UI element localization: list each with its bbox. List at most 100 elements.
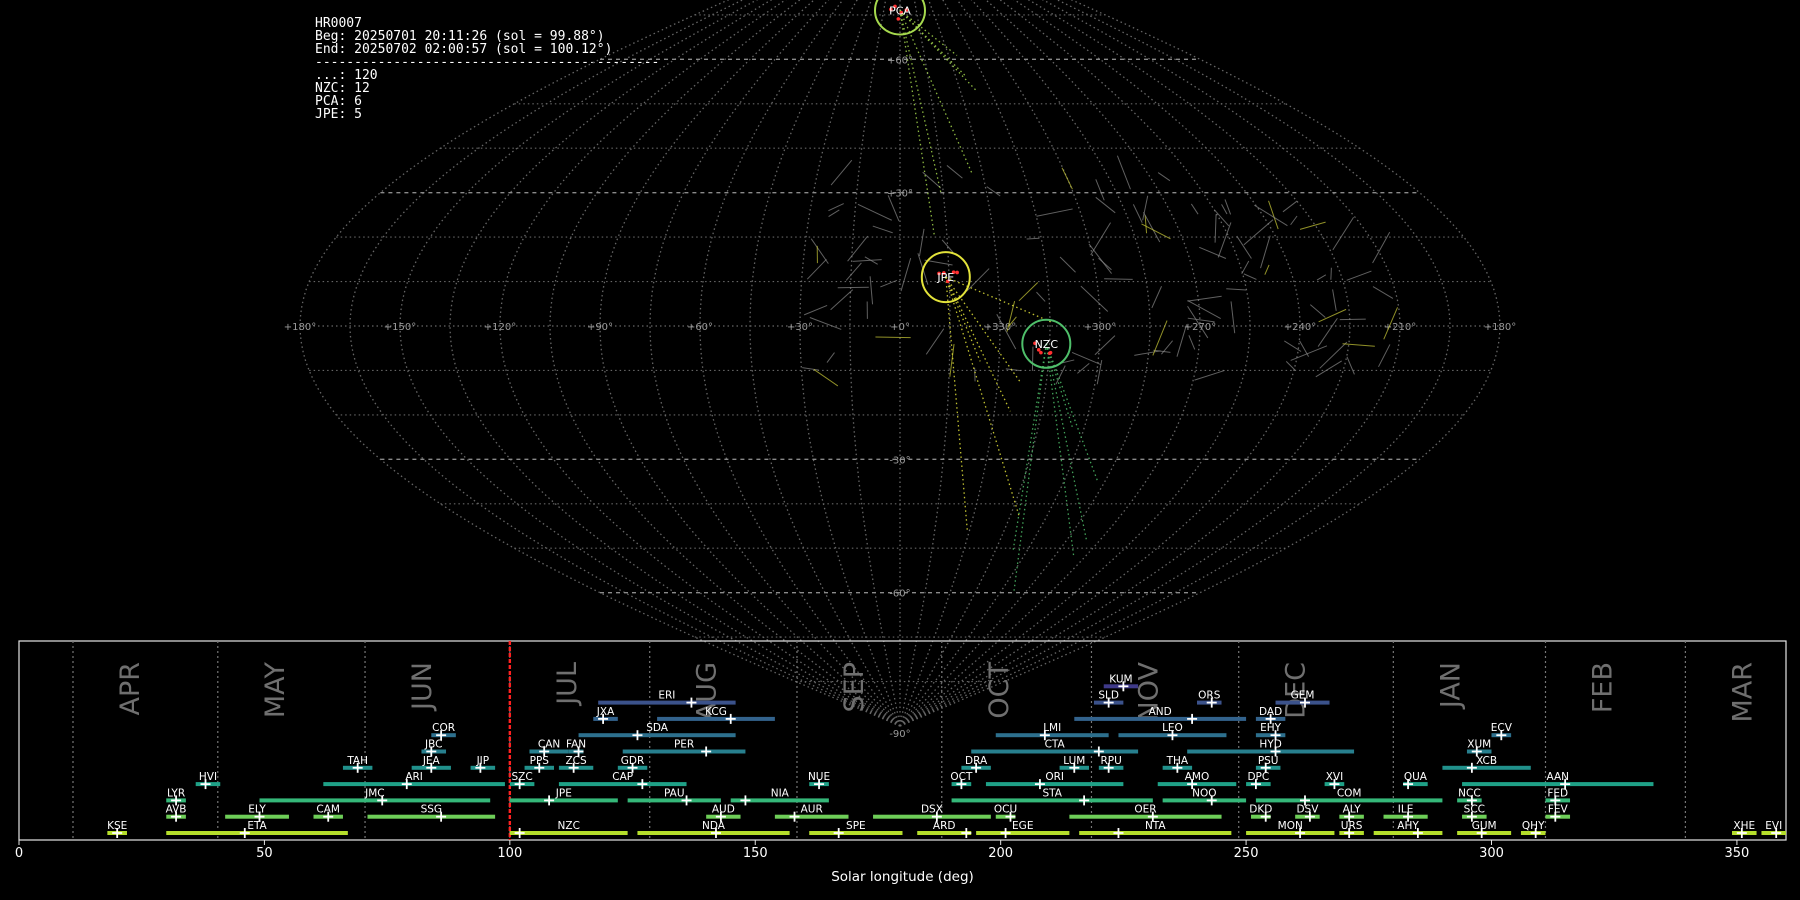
meteor-trail — [1230, 301, 1236, 334]
meridian-line — [899, 0, 1101, 727]
meridian-line — [499, 0, 901, 727]
shower-label: CAM — [316, 804, 340, 816]
shower-label: DPC — [1247, 771, 1269, 783]
shower-label: CAP — [612, 771, 633, 783]
meteor-trail — [1026, 237, 1040, 240]
meteor-trail — [1339, 318, 1366, 321]
shower-label: XUM — [1467, 739, 1491, 751]
meteor-trail — [1284, 340, 1302, 352]
meteor-trail — [1059, 256, 1076, 273]
latitude-label: -60° — [889, 589, 910, 600]
meteor-trail — [802, 367, 819, 371]
chart-canvas: +180° +150° +120° +90° +60° +30° +0° +330° +300°… — [15, 0, 1787, 885]
meteor-trail — [945, 277, 969, 532]
meteor-trail — [1187, 295, 1222, 302]
shower-label: JPE — [555, 787, 572, 799]
meteor-trail — [1317, 317, 1338, 347]
shower-label: AVB — [166, 804, 187, 816]
meteor-trail — [1071, 351, 1102, 366]
shower-label: LMI — [1043, 722, 1061, 734]
meteor-trail — [1005, 368, 1022, 372]
shower-label: NDA — [702, 820, 726, 832]
x-tick-label: 200 — [988, 846, 1013, 861]
shower-label: STA — [1042, 787, 1062, 799]
meteor-trail — [1116, 155, 1131, 190]
meteor-trail — [1098, 257, 1112, 271]
meteor-trail — [1236, 235, 1252, 259]
latitude-label: +30° — [887, 189, 913, 200]
meteor-trail — [1194, 369, 1225, 381]
meteor-trail — [925, 328, 945, 355]
meteor-trail — [875, 336, 911, 339]
longitude-label: +270° — [1184, 322, 1216, 333]
shower-label: OCU — [994, 804, 1017, 816]
meteor-trail — [1214, 214, 1217, 243]
meteor-trail — [1243, 273, 1257, 280]
month-label: JUN — [407, 662, 438, 712]
meridian-line — [349, 0, 901, 727]
shower-label: DAD — [1259, 706, 1282, 718]
meridian-line — [899, 0, 1351, 727]
shower-label: AAN — [1547, 771, 1570, 783]
meteor-trail — [806, 258, 827, 280]
meridian-line — [749, 0, 901, 727]
meteor-trail — [1187, 299, 1221, 320]
meteor-trail — [1151, 286, 1163, 309]
meteor-trail — [1061, 167, 1073, 190]
shower-label: URS — [1341, 820, 1363, 832]
meteor-trail — [1346, 356, 1355, 375]
shower-label: CTA — [1045, 739, 1066, 751]
shower-label: ORI — [1045, 771, 1064, 783]
shower-label: COR — [432, 722, 455, 734]
shower-label: FAN — [566, 739, 586, 751]
x-axis-label: Solar longitude (deg) — [831, 869, 974, 885]
radiant-label: NZC — [1035, 338, 1059, 351]
meteor-trail — [1378, 344, 1391, 368]
shower-label: FED — [1547, 787, 1568, 799]
meteor-trail — [1012, 343, 1047, 551]
shower-label: FEV — [1548, 804, 1569, 816]
latitude-label: -90° — [889, 729, 910, 740]
meteor-trail — [1013, 343, 1047, 593]
shower-label: AHY — [1397, 820, 1419, 832]
shower-label: GUM — [1472, 820, 1497, 832]
shower-label: KUM — [1109, 673, 1132, 685]
x-tick-label: 50 — [256, 846, 273, 861]
shower-label: SSG — [421, 804, 442, 816]
shower-label: ARI — [405, 771, 423, 783]
x-tick-label: 150 — [743, 846, 768, 861]
shower-label: SLD — [1098, 690, 1119, 702]
shower-label: EGE — [1012, 820, 1033, 832]
shower-label: XHE — [1733, 820, 1755, 832]
meteor-point — [1048, 350, 1053, 355]
shower-label: HVI — [199, 771, 217, 783]
meteor-point — [896, 17, 901, 21]
longitude-label: +90° — [587, 322, 613, 333]
meteor-trail — [872, 225, 893, 234]
longitude-label: +180° — [284, 322, 316, 333]
meteor-trail — [1260, 235, 1271, 269]
longitude-label: +180° — [1484, 322, 1516, 333]
meteor-trail — [1045, 343, 1088, 543]
month-label: APR — [115, 662, 146, 716]
latitude-label: -30° — [889, 455, 910, 466]
shower-label: ELY — [248, 804, 266, 816]
shower-label: DKD — [1249, 804, 1272, 816]
meteor-trail — [1241, 260, 1250, 275]
shower-label: OCT — [950, 771, 973, 783]
meteor-trail — [1217, 222, 1232, 258]
longitude-label: +0° — [890, 322, 910, 333]
shower-label: COM — [1337, 787, 1362, 799]
meteor-trail — [830, 159, 853, 186]
meridian-line — [899, 0, 1451, 727]
shower-label: JXA — [596, 706, 615, 718]
meridian-line — [599, 0, 901, 727]
meridian-line — [549, 0, 901, 727]
shower-label: RPU — [1100, 755, 1121, 767]
meridian-line — [899, 0, 1301, 727]
meteor-trail — [847, 235, 869, 262]
shower-label: TAH — [346, 755, 368, 767]
shower-label: JEA — [422, 755, 441, 767]
shower-label: PPS — [530, 755, 550, 767]
shower-label: GEM — [1291, 690, 1315, 702]
